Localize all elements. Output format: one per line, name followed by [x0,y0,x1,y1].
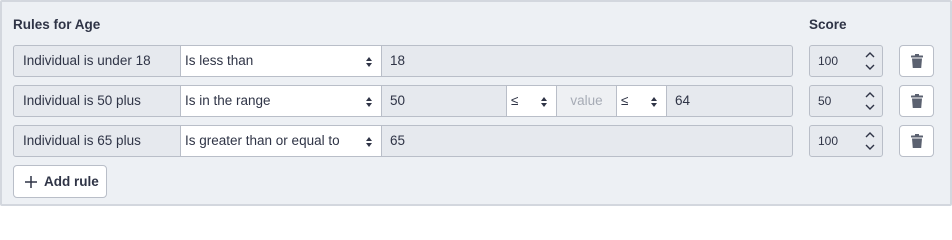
rules-title: Rules for Age [13,17,101,32]
plus-icon [25,176,37,188]
rule-value-input[interactable]: 18 [381,45,793,77]
condition-select-value: Is greater than or equal to [185,133,340,148]
score-value: 50 [818,94,832,108]
sort-caret-icon [366,137,372,147]
rule-row: Individual is 65 plus Is greater than or… [13,125,943,157]
rule-row: Individual is 50 plus Is in the range 50… [13,85,943,117]
sort-caret-icon [541,97,547,107]
rule-label: Individual is 50 plus [13,85,181,117]
rule-label: Individual is 65 plus [13,125,181,157]
score-title: Score [809,17,847,32]
rule-value-input[interactable]: 65 [381,125,793,157]
operator-value: ≤ [511,93,519,108]
rule-row: Individual is under 18 Is less than 18 1… [13,45,943,77]
range-from-operator-select[interactable]: ≤ [506,85,557,117]
spin-chevrons-icon[interactable] [864,89,876,113]
spin-chevrons-icon[interactable] [864,129,876,153]
score-value: 100 [818,134,839,148]
condition-select-value: Is in the range [185,93,271,108]
sort-caret-icon [651,97,657,107]
condition-select-value: Is less than [185,53,254,68]
score-stepper[interactable]: 100 [809,125,883,157]
range-to-input[interactable]: 64 [666,85,793,117]
age-rules-panel: Rules for Age Score Individual is under … [0,0,952,206]
delete-rule-button[interactable] [899,85,934,117]
trash-icon [911,94,923,108]
range-to-operator-select[interactable]: ≤ [616,85,667,117]
condition-select[interactable]: Is less than [180,45,382,77]
spin-chevrons-icon[interactable] [864,49,876,73]
condition-select[interactable]: Is in the range [180,85,382,117]
condition-select[interactable]: Is greater than or equal to [180,125,382,157]
score-stepper[interactable]: 50 [809,85,883,117]
delete-rule-button[interactable] [899,125,934,157]
range-value-placeholder: value [556,85,617,117]
delete-rule-button[interactable] [899,45,934,77]
score-value: 100 [818,54,839,68]
trash-icon [911,54,923,68]
sort-caret-icon [366,97,372,107]
range-from-input[interactable]: 50 [381,85,507,117]
trash-icon [911,134,923,148]
operator-value: ≤ [621,93,629,108]
add-rule-label: Add rule [44,174,99,189]
sort-caret-icon [366,57,372,67]
add-rule-button[interactable]: Add rule [13,165,107,198]
score-stepper[interactable]: 100 [809,45,883,77]
rule-label: Individual is under 18 [13,45,181,77]
